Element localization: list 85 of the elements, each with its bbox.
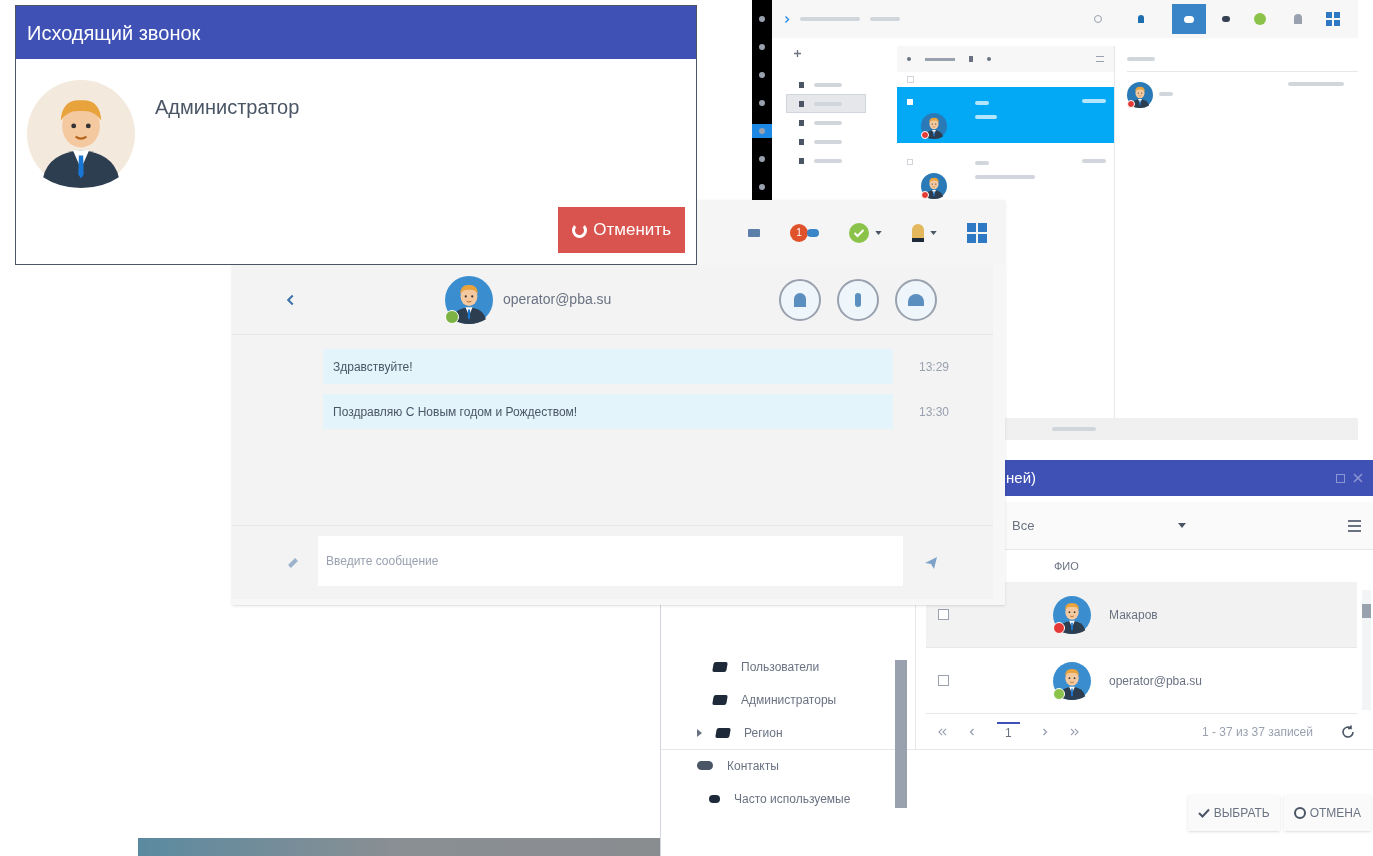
chat-bubble-icon bbox=[709, 794, 720, 803]
cancel-call-button[interactable]: Отменить bbox=[558, 207, 685, 253]
blurred-text bbox=[814, 82, 842, 87]
expand-arrow-icon[interactable] bbox=[697, 728, 702, 737]
user-avatar bbox=[1053, 595, 1091, 634]
checkbox[interactable] bbox=[907, 159, 913, 165]
blurred-text bbox=[1082, 159, 1106, 163]
tree-item[interactable]: Регион bbox=[744, 723, 783, 742]
message-input[interactable]: Введите сообщение bbox=[318, 536, 903, 586]
folder-icon bbox=[712, 661, 728, 672]
next-page-icon[interactable] bbox=[1041, 727, 1048, 736]
blurred-text bbox=[975, 161, 989, 165]
dialog-title: Исходящий звонок bbox=[27, 20, 201, 46]
blurred-text bbox=[814, 158, 842, 163]
notification-badge[interactable]: 1 bbox=[790, 223, 808, 242]
caret-icon bbox=[930, 230, 937, 235]
tree-item[interactable]: Контакты bbox=[727, 756, 779, 775]
contact-name: operator@pba.su bbox=[503, 290, 612, 309]
caret-icon bbox=[875, 230, 882, 235]
last-page-icon[interactable] bbox=[1069, 727, 1079, 736]
blurred-text bbox=[814, 139, 842, 144]
message-bubble: Поздравляю С Новым годом и Рождеством! bbox=[323, 394, 893, 429]
blurred-text bbox=[800, 17, 860, 21]
user-avatar bbox=[921, 113, 947, 139]
blurred-text bbox=[1127, 56, 1155, 61]
video-call-button[interactable] bbox=[779, 278, 821, 321]
caller-name: Администратор bbox=[155, 95, 300, 120]
pencil-icon[interactable] bbox=[288, 557, 298, 568]
status-icon[interactable] bbox=[1254, 13, 1266, 25]
add-user-button[interactable] bbox=[895, 278, 937, 321]
check-icon bbox=[1197, 808, 1210, 818]
table-row[interactable]: Макаров bbox=[926, 582, 1357, 648]
checkbox[interactable] bbox=[938, 675, 949, 686]
microphone-button[interactable] bbox=[837, 278, 879, 321]
tree-item[interactable]: Администраторы bbox=[741, 690, 837, 709]
filter-dropdown[interactable]: Все bbox=[1006, 510, 1186, 541]
chat-icon[interactable] bbox=[1222, 16, 1230, 22]
user-avatar bbox=[1127, 82, 1153, 108]
back-icon[interactable] bbox=[286, 293, 295, 306]
tree-item[interactable]: Пользователи bbox=[741, 657, 820, 676]
plus-icon[interactable] bbox=[794, 50, 801, 57]
folder-icon bbox=[715, 727, 731, 738]
select-button[interactable]: ВЫБРАТЬ bbox=[1187, 795, 1280, 831]
page-number[interactable]: 1 bbox=[997, 721, 1020, 742]
mail-button[interactable] bbox=[1172, 4, 1206, 34]
column-header[interactable]: ФИО bbox=[1054, 557, 1079, 575]
maximize-icon[interactable] bbox=[1336, 473, 1345, 483]
send-icon[interactable] bbox=[925, 556, 937, 569]
blurred-text bbox=[814, 120, 842, 125]
checkbox[interactable] bbox=[907, 76, 914, 83]
close-icon[interactable] bbox=[1353, 473, 1363, 483]
caret-icon bbox=[1178, 523, 1186, 528]
chevron-icon[interactable] bbox=[784, 14, 790, 24]
message-bubble: Здравствуйте! bbox=[323, 349, 893, 384]
menu-icon[interactable] bbox=[1348, 519, 1361, 532]
blurred-text bbox=[975, 115, 997, 119]
blurred-text bbox=[1159, 92, 1173, 96]
folder-icon bbox=[712, 694, 728, 705]
previous-page-icon[interactable] bbox=[969, 727, 975, 736]
user-avatar bbox=[445, 275, 493, 324]
message-row[interactable] bbox=[897, 87, 1114, 143]
name-cell-text: Макаров bbox=[1109, 606, 1158, 624]
records-summary: 1 - 37 из 37 записей bbox=[1202, 723, 1313, 741]
chat-icon bbox=[807, 228, 819, 237]
online-status-icon[interactable] bbox=[849, 222, 869, 243]
dialog-title: ней) bbox=[1006, 467, 1036, 488]
first-page-icon[interactable] bbox=[938, 727, 947, 736]
checkbox[interactable] bbox=[938, 609, 949, 620]
grid-icon[interactable] bbox=[1326, 12, 1340, 26]
message-time: 13:29 bbox=[919, 358, 950, 376]
refresh-icon[interactable] bbox=[1341, 724, 1355, 739]
cancel-button[interactable]: ОТМЕНА bbox=[1283, 795, 1371, 831]
name-cell-text: operator@pba.su bbox=[1109, 672, 1202, 690]
tree-item[interactable]: Часто используемые bbox=[734, 789, 851, 808]
user-avatar bbox=[1053, 661, 1091, 700]
blurred-text bbox=[1288, 82, 1344, 86]
blurred-text bbox=[975, 175, 1035, 179]
message-time: 13:30 bbox=[919, 403, 950, 421]
checkbox[interactable] bbox=[907, 99, 913, 105]
mail-icon[interactable] bbox=[748, 228, 760, 237]
grid-icon[interactable] bbox=[967, 222, 987, 243]
cancel-icon bbox=[1293, 807, 1306, 819]
blurred-text bbox=[1082, 99, 1106, 103]
blurred-text bbox=[870, 17, 900, 21]
blurred-text bbox=[975, 101, 989, 105]
